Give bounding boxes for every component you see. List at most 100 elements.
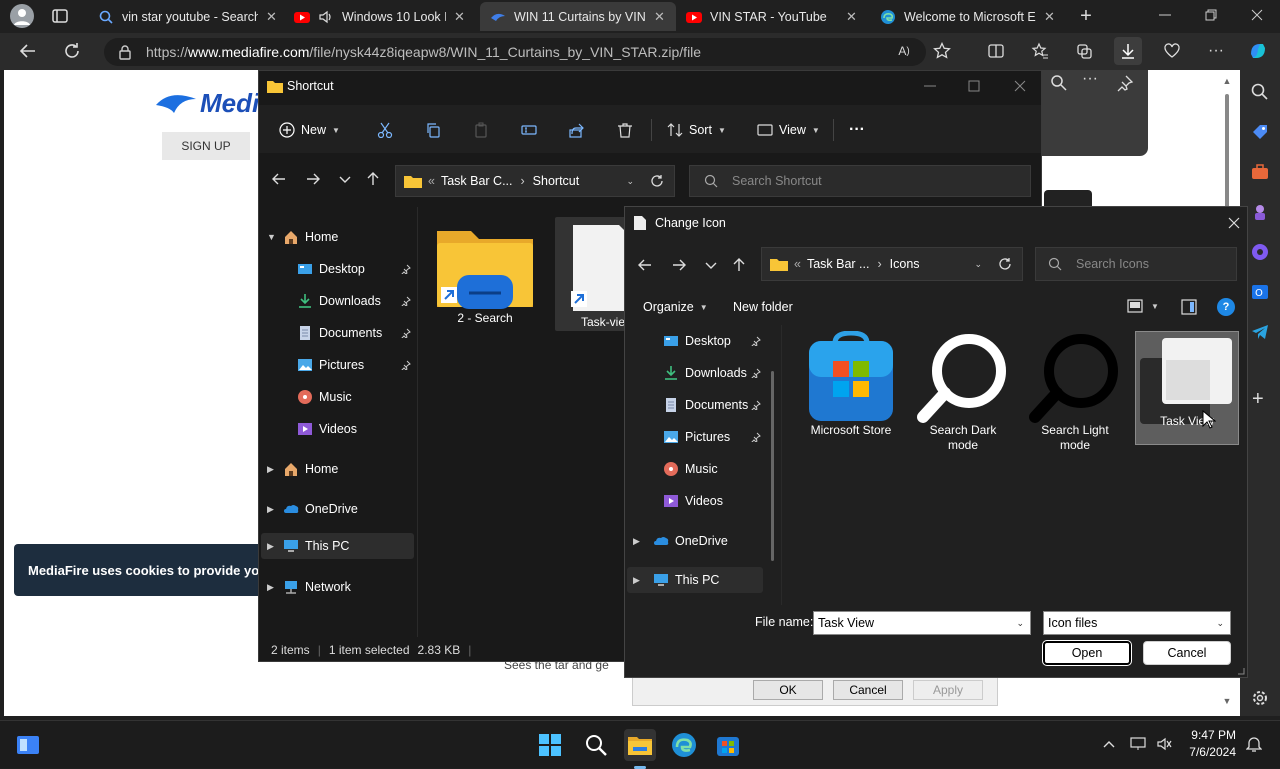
nav-item-home-2[interactable]: ▶ Home xyxy=(267,455,338,483)
scroll-down-icon[interactable]: ▼ xyxy=(1222,696,1232,706)
browser-tab[interactable]: Welcome to Microsoft E ✕ xyxy=(870,2,1066,31)
cut-icon[interactable] xyxy=(377,119,393,141)
nav-item-documents[interactable]: Documents xyxy=(297,319,382,347)
profile-avatar[interactable] xyxy=(10,4,34,28)
nav-item-onedrive[interactable]: ▶ OneDrive xyxy=(633,527,728,555)
clock[interactable]: 9:47 PM 7/6/2024 xyxy=(1184,728,1236,759)
search-icon[interactable] xyxy=(580,729,612,761)
nav-item-this-pc[interactable]: ▶ This PC xyxy=(267,532,349,560)
breadcrumb-item[interactable]: Shortcut xyxy=(533,174,580,188)
dialog-breadcrumb[interactable]: « Task Bar ... › Icons ⌄ xyxy=(761,247,1023,281)
nav-item-home[interactable]: ▼ Home xyxy=(267,223,338,251)
nav-item-network[interactable]: ▶ Network xyxy=(267,573,351,601)
browser-tab[interactable]: Windows 10 Look I ✕ xyxy=(284,2,476,31)
recent-dropdown-icon[interactable] xyxy=(337,171,353,187)
new-button[interactable]: New ▼ xyxy=(279,119,340,141)
network-tray-icon[interactable] xyxy=(1130,736,1146,752)
nav-item-downloads[interactable]: Downloads xyxy=(663,359,747,387)
search-icon[interactable] xyxy=(1250,82,1270,102)
nav-item-pictures[interactable]: Pictures xyxy=(663,423,730,451)
icon-item-search-dark-mode[interactable]: Search Dark mode xyxy=(913,331,1013,465)
refresh-icon[interactable] xyxy=(998,257,1012,271)
scroll-up-icon[interactable]: ▲ xyxy=(1222,76,1232,86)
back-icon[interactable] xyxy=(271,171,287,187)
scrollbar-thumb[interactable] xyxy=(1225,94,1229,208)
resize-grip-icon[interactable] xyxy=(1235,665,1245,675)
mediafire-logo[interactable]: Medi xyxy=(154,88,259,119)
nav-item-pictures[interactable]: Pictures xyxy=(297,351,364,379)
close-tab-icon[interactable]: ✕ xyxy=(1044,9,1058,25)
cancel-button[interactable]: Cancel xyxy=(833,680,903,700)
tab-actions-icon[interactable] xyxy=(52,8,68,24)
nav-item-videos[interactable]: Videos xyxy=(663,487,723,515)
copy-icon[interactable] xyxy=(425,119,441,141)
minimize-icon[interactable] xyxy=(923,79,937,93)
breadcrumb-item[interactable]: Icons xyxy=(890,257,920,271)
icon-item-search-light-mode[interactable]: Search Light mode xyxy=(1025,331,1125,465)
ok-button[interactable]: OK xyxy=(753,680,823,700)
apply-button[interactable]: Apply xyxy=(913,680,983,700)
nav-item-desktop[interactable]: Desktop xyxy=(297,255,365,283)
more-options-icon[interactable]: ··· xyxy=(849,119,865,141)
maximize-icon[interactable] xyxy=(967,79,981,93)
nav-scrollbar[interactable] xyxy=(771,371,774,561)
close-tab-icon[interactable]: ✕ xyxy=(266,9,280,25)
nav-item-documents[interactable]: Documents xyxy=(663,391,748,419)
rename-icon[interactable] xyxy=(521,119,537,141)
minimize-icon[interactable] xyxy=(1158,8,1172,22)
dialog-search-input[interactable]: Search Icons xyxy=(1035,247,1237,281)
start-windows-icon[interactable] xyxy=(534,729,566,761)
delete-icon[interactable] xyxy=(617,119,633,141)
back-icon[interactable] xyxy=(14,37,42,65)
collections-icon[interactable] xyxy=(1070,37,1098,65)
refresh-icon[interactable] xyxy=(58,37,86,65)
chevron-down-icon[interactable]: ⌄ xyxy=(1016,618,1024,629)
add-sidebar-icon[interactable]: + xyxy=(1252,388,1264,411)
icon-item-task-view[interactable]: Task View xyxy=(1135,331,1239,445)
preview-pane-icon[interactable] xyxy=(1181,299,1197,315)
forward-icon[interactable] xyxy=(671,257,687,273)
address-bar[interactable]: https://www.mediafire.com/file/nysk44z8i… xyxy=(104,38,926,66)
close-icon[interactable] xyxy=(1013,79,1027,93)
telegram-icon[interactable] xyxy=(1250,322,1270,342)
chevron-down-icon[interactable]: ⌄ xyxy=(974,259,982,270)
settings-gear-icon[interactable] xyxy=(1250,688,1270,708)
more-menu-icon[interactable]: ··· xyxy=(1202,37,1230,65)
games-icon[interactable] xyxy=(1250,202,1270,222)
split-screen-icon[interactable] xyxy=(982,37,1010,65)
chevron-up-icon[interactable] xyxy=(1102,737,1116,751)
breadcrumb-item[interactable]: Task Bar C... xyxy=(441,174,513,188)
more-icon[interactable]: ··· xyxy=(1082,70,1098,88)
close-window-icon[interactable] xyxy=(1250,8,1264,22)
search-icon[interactable] xyxy=(1050,74,1068,92)
store-taskbar-icon[interactable] xyxy=(712,729,744,761)
downloads-button-icon[interactable] xyxy=(1114,37,1142,65)
nav-item-videos[interactable]: Videos xyxy=(297,415,357,443)
filename-input[interactable]: Task View ⌄ xyxy=(813,611,1031,635)
widgets-icon[interactable] xyxy=(12,729,44,761)
refresh-icon[interactable] xyxy=(650,174,664,188)
edge-taskbar-icon[interactable] xyxy=(668,729,700,761)
notification-bell-icon[interactable] xyxy=(1246,735,1262,753)
nav-item-music[interactable]: Music xyxy=(297,383,352,411)
browser-tab[interactable]: VIN STAR - YouTube ✕ xyxy=(676,2,868,31)
open-button[interactable]: Open xyxy=(1043,641,1131,665)
file-item-task-view-shortcut[interactable]: Task-vie xyxy=(555,217,631,331)
paste-icon[interactable] xyxy=(473,119,489,141)
tools-briefcase-icon[interactable] xyxy=(1250,162,1270,182)
view-button[interactable]: View ▼ xyxy=(757,119,820,141)
close-icon[interactable] xyxy=(1227,216,1241,230)
volume-muted-icon[interactable] xyxy=(1156,736,1172,752)
filetype-select[interactable]: Icon files ⌄ xyxy=(1043,611,1231,635)
signup-button[interactable]: SIGN UP xyxy=(162,132,250,160)
back-icon[interactable] xyxy=(637,257,653,273)
outlook-icon[interactable]: O xyxy=(1250,282,1270,302)
nav-item-onedrive[interactable]: ▶ OneDrive xyxy=(267,495,358,523)
chevron-down-icon[interactable]: ⌄ xyxy=(626,176,634,187)
copilot-icon[interactable] xyxy=(1244,37,1272,65)
help-icon[interactable]: ? xyxy=(1217,298,1235,316)
nav-item-desktop[interactable]: Desktop xyxy=(663,327,731,355)
speaker-icon[interactable] xyxy=(318,9,334,25)
read-aloud-icon[interactable]: A) xyxy=(890,37,918,65)
up-icon[interactable] xyxy=(365,171,381,187)
